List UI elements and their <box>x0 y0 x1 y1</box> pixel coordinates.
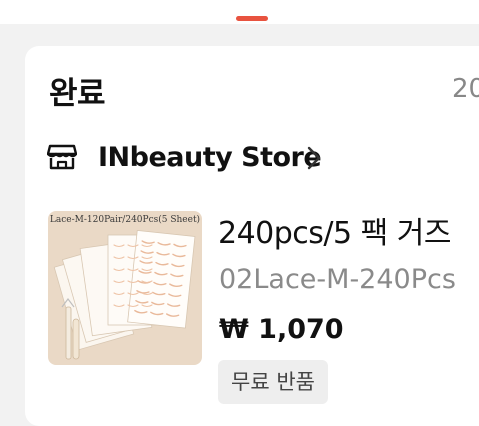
product-price: ₩ 1,070 <box>219 314 344 345</box>
store-name[interactable]: INbeauty Store <box>98 139 322 177</box>
order-status-title: 완료 <box>49 76 106 112</box>
order-date: 20 <box>452 74 479 104</box>
free-return-badge: 무료 반품 <box>218 360 328 404</box>
product-variant: 02Lace-M-240Pcs <box>219 264 456 295</box>
product-thumbnail[interactable]: Lace-M-120Pair/240Pcs(5 Sheet) <box>48 211 202 365</box>
product-title[interactable]: 240pcs/5 팩 거즈 <box>218 208 452 252</box>
store-icon <box>47 144 77 170</box>
eyelid-tape-sheets-image <box>53 230 196 360</box>
chevron-right-icon <box>307 146 321 170</box>
active-tab-indicator <box>236 16 268 21</box>
store-link[interactable]: INbeauty Store <box>47 139 347 179</box>
